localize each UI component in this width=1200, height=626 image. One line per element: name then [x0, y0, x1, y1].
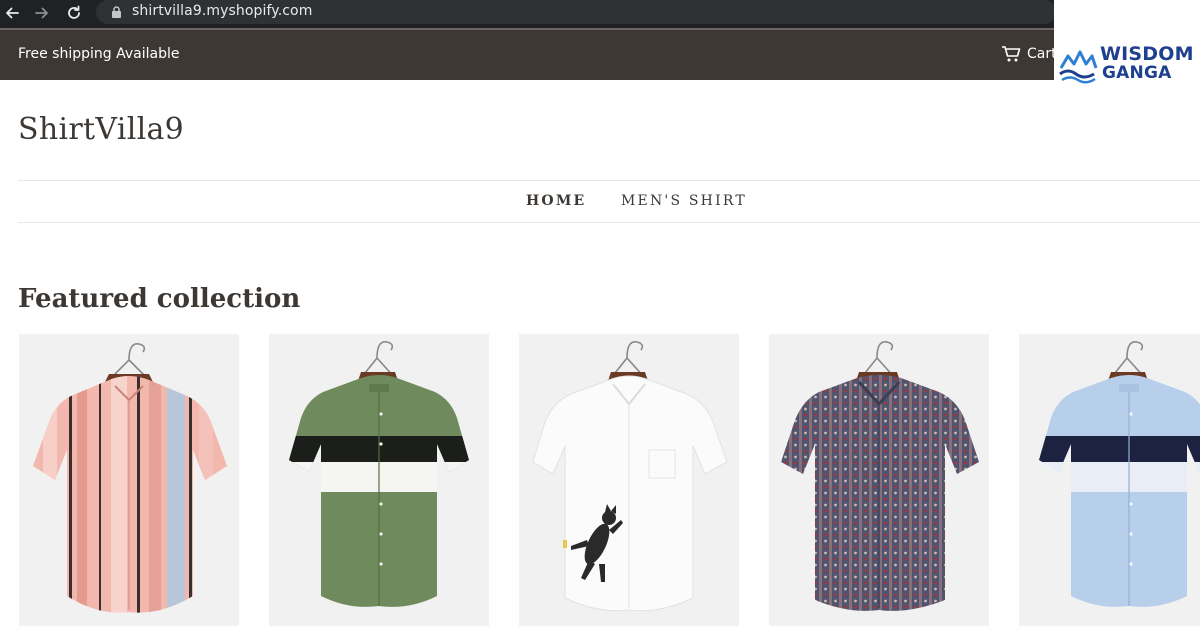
logo-line-2: GANGA: [1102, 63, 1172, 83]
nav-mens-shirt[interactable]: MEN'S SHIRT: [621, 193, 747, 209]
pink-striped-shirt-image: [33, 343, 227, 613]
patterned-print-shirt-image: [781, 341, 979, 611]
back-arrow-icon[interactable]: [0, 1, 24, 25]
browser-toolbar: shirtvilla9.myshopify.com: [0, 0, 1200, 28]
wave-icon: [1059, 50, 1098, 84]
green-colorblock-shirt-image: [289, 341, 469, 607]
product-card[interactable]: [19, 334, 239, 626]
cart-label: Cart: [1027, 46, 1057, 62]
section-title: Featured collection: [18, 284, 301, 314]
store-title[interactable]: ShirtVilla9: [18, 112, 184, 147]
cart-link[interactable]: Cart: [1001, 44, 1057, 64]
nav-home[interactable]: HOME: [526, 193, 586, 209]
nav-divider: [18, 222, 1200, 223]
announcement-text: Free shipping Available: [18, 46, 180, 62]
product-card[interactable]: [1019, 334, 1200, 626]
address-bar[interactable]: shirtvilla9.myshopify.com: [96, 0, 1056, 24]
blue-colorblock-shirt-image: [1039, 341, 1200, 607]
watermark-logo: WISDOM GANGA: [1054, 0, 1200, 84]
white-cat-print-shirt-image: [532, 341, 728, 612]
product-card[interactable]: [269, 334, 489, 626]
url-text: shirtvilla9.myshopify.com: [132, 3, 313, 19]
reload-icon[interactable]: [62, 1, 86, 25]
announcement-bar: Free shipping Available Cart: [0, 30, 1200, 80]
logo-line-1: WISDOM: [1100, 43, 1194, 65]
product-card[interactable]: [769, 334, 989, 626]
product-card[interactable]: [519, 334, 739, 626]
header-divider: [18, 180, 1200, 181]
forward-arrow-icon[interactable]: [30, 1, 54, 25]
cart-icon: [1002, 46, 1021, 62]
lock-icon: [112, 6, 121, 18]
